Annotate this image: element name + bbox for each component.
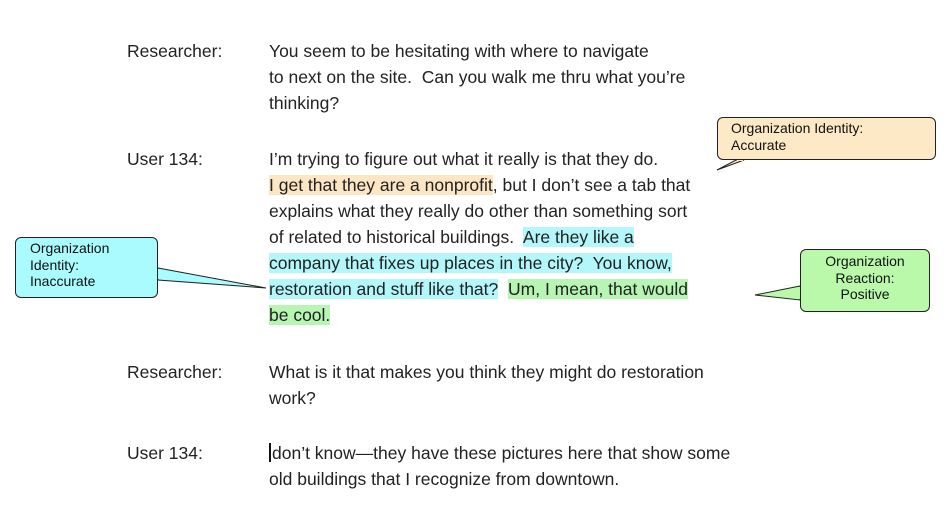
callout-organization-identity-inaccurate: Organization Identity: Inaccurate [15,237,158,298]
callout-line: Accurate [731,136,787,153]
callout-tail-inaccurate [157,267,267,289]
callout-tail-positive [754,285,801,301]
callout-line: Identity: [30,256,80,273]
callout-line: Organization [825,253,905,269]
callout-line: Organization Identity: [731,120,864,136]
callout-organization-identity-accurate: Organization Identity: Accurate [717,117,936,160]
callout-tail-accurate [716,159,745,171]
callout-line: Positive [840,286,890,302]
callout-line: Organization [30,240,110,256]
callout-line: Inaccurate [30,273,96,289]
callout-organization-reaction-positive: Organization Reaction: Positive [800,249,930,312]
callout-line: Reaction: [835,269,895,286]
